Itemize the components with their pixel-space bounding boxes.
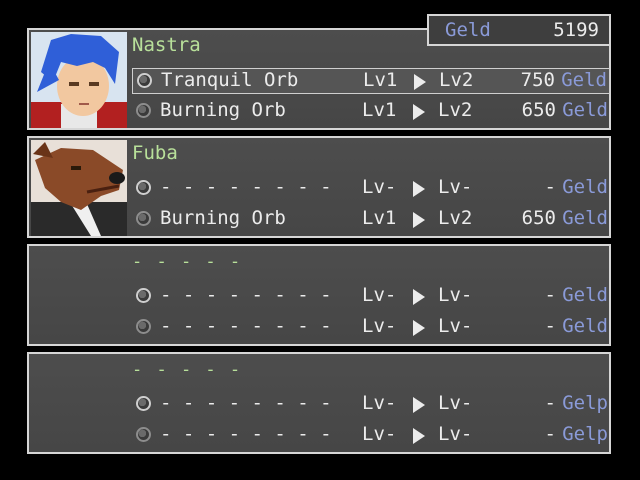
upgrade-cost: 750 (520, 69, 555, 91)
orb-icon (136, 319, 151, 334)
orb-slot-row[interactable]: - - - - - - - - Lv- Lv- - Gelp (132, 423, 610, 449)
orb-slot-row[interactable]: - - - - - - - - Lv- Lv- - Geld (132, 176, 610, 202)
level-to: Lv- (438, 315, 473, 337)
level-from: Lv- (362, 176, 397, 198)
level-from: Lv- (362, 315, 397, 337)
currency-unit: Geld (562, 176, 608, 198)
currency-unit: Geld (562, 315, 608, 337)
orb-slot-row[interactable]: Tranquil Orb Lv1 Lv2 750 Geld (132, 68, 610, 94)
level-to: Lv- (438, 176, 473, 198)
currency-unit: Gelp (562, 423, 608, 445)
member-name: Fuba (132, 142, 178, 164)
level-to: Lv- (438, 423, 473, 445)
orb-icon (136, 211, 151, 226)
upgrade-cost: - (544, 392, 556, 414)
orb-name: - - - - - - - - (160, 176, 332, 198)
orb-slot-row[interactable]: - - - - - - - - Lv- Lv- - Geld (132, 284, 610, 310)
level-to: Lv- (438, 284, 473, 306)
member-panel-empty-2[interactable]: - - - - - - - - - - - - - Lv- Lv- - Gelp… (27, 352, 611, 454)
orb-icon (136, 180, 151, 195)
orb-name: - - - - - - - - (160, 315, 332, 337)
currency-unit: Geld (562, 207, 608, 229)
level-from: Lv1 (363, 69, 398, 91)
member-panel-empty-1[interactable]: - - - - - - - - - - - - - Lv- Lv- - Geld… (27, 244, 611, 346)
currency-unit: Geld (561, 69, 607, 91)
upgrade-cost: - (544, 284, 556, 306)
arrow-right-icon (413, 181, 425, 197)
geld-amount: 5199 (553, 19, 599, 41)
arrow-right-icon (413, 212, 425, 228)
member-name: Nastra (132, 34, 201, 56)
orb-slot-row[interactable]: - - - - - - - - Lv- Lv- - Gelp (132, 392, 610, 418)
geld-label: Geld (445, 19, 491, 41)
level-to: Lv2 (439, 69, 474, 91)
orb-icon (136, 103, 151, 118)
level-from: Lv1 (362, 207, 397, 229)
level-from: Lv- (362, 392, 397, 414)
member-name-empty: - - - - - (132, 360, 243, 380)
level-to: Lv2 (438, 99, 473, 121)
orb-icon (136, 427, 151, 442)
arrow-right-icon (413, 104, 425, 120)
level-from: Lv- (362, 284, 397, 306)
arrow-right-icon (413, 397, 425, 413)
member-panel-fuba[interactable]: Fuba - - - - - - - - Lv- Lv- - Geld Burn… (27, 136, 611, 238)
upgrade-cost: - (544, 176, 556, 198)
member-name-empty: - - - - - (132, 252, 243, 272)
arrow-right-icon (414, 74, 426, 90)
orb-slot-row[interactable]: - - - - - - - - Lv- Lv- - Geld (132, 315, 610, 341)
orb-name: - - - - - - - - (160, 392, 332, 414)
orb-icon (136, 288, 151, 303)
currency-unit: Geld (562, 284, 608, 306)
orb-icon (137, 73, 152, 88)
upgrade-cost: 650 (521, 207, 556, 229)
arrow-right-icon (413, 289, 425, 305)
orb-slot-row[interactable]: Burning Orb Lv1 Lv2 650 Geld (132, 207, 610, 233)
currency-unit: Geld (562, 99, 608, 121)
currency-unit: Gelp (562, 392, 608, 414)
orb-name: - - - - - - - - (160, 423, 332, 445)
arrow-right-icon (413, 320, 425, 336)
orb-slot-row[interactable]: Burning Orb Lv1 Lv2 650 Geld (132, 99, 610, 125)
orb-name: - - - - - - - - (160, 284, 332, 306)
orb-name: Tranquil Orb (161, 69, 299, 91)
upgrade-cost: 650 (521, 99, 556, 121)
level-from: Lv1 (362, 99, 397, 121)
portrait-fuba (31, 140, 127, 236)
orb-name: Burning Orb (160, 207, 286, 229)
upgrade-cost: - (544, 423, 556, 445)
orb-name: Burning Orb (160, 99, 286, 121)
orb-icon (136, 396, 151, 411)
level-to: Lv2 (438, 207, 473, 229)
upgrade-cost: - (544, 315, 556, 337)
level-to: Lv- (438, 392, 473, 414)
geld-display: Geld 5199 (427, 14, 611, 46)
arrow-right-icon (413, 428, 425, 444)
level-from: Lv- (362, 423, 397, 445)
portrait-nastra (31, 32, 127, 128)
